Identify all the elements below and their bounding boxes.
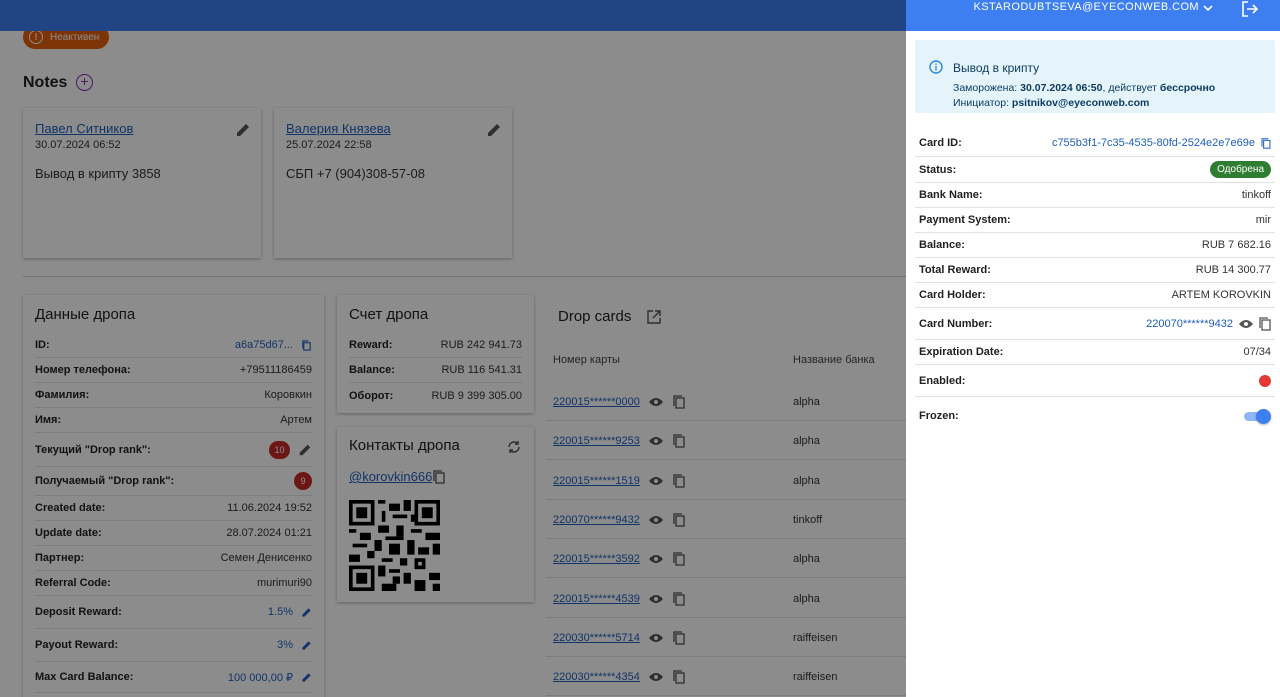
alert-frozen-label: Заморожена: xyxy=(953,82,1018,94)
logout-icon[interactable] xyxy=(1240,0,1260,18)
status-badge: Одобрена xyxy=(1210,161,1271,178)
info-icon xyxy=(929,60,943,74)
row-label: Card Holder: xyxy=(919,289,986,301)
row-label: Card Number: xyxy=(919,317,993,330)
enabled-indicator xyxy=(1259,374,1271,387)
alert-initiator-line: Инициатор: psitnikov@eyeconweb.com xyxy=(953,97,1149,109)
row-value: ARTEM KOROVKIN xyxy=(1171,289,1271,301)
card-id-row: Card ID: c755b3f1-7c35-4535-80fd-2524e2e… xyxy=(915,130,1275,157)
row-value: RUB 7 682.16 xyxy=(1201,239,1271,251)
freeze-alert: Вывод в крипту Заморожена: 30.07.2024 06… xyxy=(915,40,1275,113)
alert-initiator: psitnikov@eyeconweb.com xyxy=(1011,97,1150,109)
row-value: tinkoff xyxy=(1241,189,1271,201)
expiration-row: Expiration Date: 07/34 xyxy=(915,340,1275,365)
row-value: 07/34 xyxy=(1243,346,1271,358)
alert-initiator-label: Инициатор: xyxy=(953,97,1009,109)
payment-system-row: Payment System: mir xyxy=(915,208,1275,233)
row-label: Card ID: xyxy=(919,137,962,149)
eye-icon[interactable] xyxy=(1239,319,1253,329)
alert-valid-value: бессрочно xyxy=(1159,82,1216,94)
status-row: Status: Одобрена xyxy=(915,157,1275,183)
alert-title: Вывод в крипту xyxy=(953,61,1040,75)
total-reward-row: Total Reward: RUB 14 300.77 xyxy=(915,258,1275,283)
row-value: RUB 14 300.77 xyxy=(1195,264,1271,276)
enabled-row: Enabled: xyxy=(915,365,1275,397)
copy-icon[interactable] xyxy=(1261,137,1271,149)
row-label: Payment System: xyxy=(919,214,1011,226)
alert-frozen-line: Заморожена: 30.07.2024 06:50, действует … xyxy=(953,82,1215,94)
user-email[interactable]: KSTARODUBTSEVA@EYECONWEB.COM xyxy=(974,1,1200,13)
row-value: mir xyxy=(1255,214,1271,226)
row-label: Bank Name: xyxy=(919,189,983,201)
copy-icon[interactable] xyxy=(1259,316,1271,331)
row-label: Frozen: xyxy=(919,409,959,422)
card-number-link[interactable]: 220070******9432 xyxy=(1146,318,1233,330)
card-id-link[interactable]: c755b3f1-7c35-4535-80fd-2524e2e7e69e xyxy=(1052,137,1255,149)
modal-backdrop[interactable] xyxy=(0,0,906,697)
card-number-row: Card Number: 220070******9432 xyxy=(915,308,1275,340)
row-label: Status: xyxy=(919,163,957,176)
bank-name-row: Bank Name: tinkoff xyxy=(915,183,1275,208)
row-label: Total Reward: xyxy=(919,264,991,276)
card-details-drawer: Вывод в крипту Заморожена: 30.07.2024 06… xyxy=(906,31,1280,697)
balance-row: Balance: RUB 7 682.16 xyxy=(915,233,1275,258)
row-label: Balance: xyxy=(919,239,965,251)
row-label: Expiration Date: xyxy=(919,346,1004,358)
frozen-toggle[interactable] xyxy=(1244,408,1271,424)
frozen-row: Frozen: xyxy=(915,397,1275,434)
row-label: Enabled: xyxy=(919,374,966,387)
chevron-down-icon[interactable] xyxy=(1202,2,1214,14)
card-holder-row: Card Holder: ARTEM KOROVKIN xyxy=(915,283,1275,308)
alert-frozen-date: 30.07.2024 06:50 xyxy=(1020,82,1103,94)
alert-valid-label: , действует xyxy=(1102,82,1157,94)
